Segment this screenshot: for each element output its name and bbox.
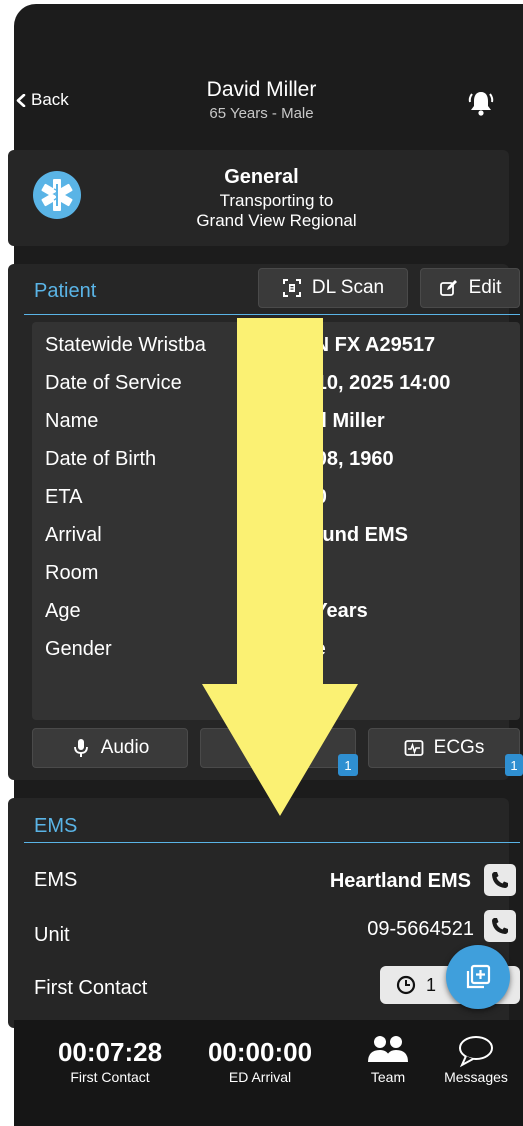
phone-icon	[492, 872, 508, 888]
audio-label: Audio	[100, 737, 150, 758]
first-contact-value: 1	[426, 974, 437, 995]
patient-field-label: Date of Service	[45, 372, 182, 394]
patient-field-label: ETA	[45, 486, 83, 508]
audio-button[interactable]: Audio	[32, 728, 188, 768]
patient-field-label: Gender	[45, 638, 112, 660]
general-destination-line1: Transporting to	[219, 191, 334, 210]
ecgs-label: ECGs	[433, 737, 485, 758]
patient-field-label: Room	[45, 562, 99, 584]
messages-tab-label[interactable]: Messages	[396, 1069, 523, 1085]
edit-button[interactable]: Edit	[420, 268, 520, 308]
first-contact-timer: 00:07:28	[57, 1037, 163, 1067]
messages-icon[interactable]	[456, 1034, 496, 1068]
clock-icon	[396, 975, 416, 995]
unit-value: 09-5664521	[367, 918, 474, 940]
first-contact-label: First Contact	[34, 977, 148, 999]
ems-section-label: EMS	[34, 815, 78, 837]
edit-label: Edit	[468, 277, 502, 298]
ems-agency-value: Heartland EMS	[329, 870, 471, 892]
call-unit-button[interactable]	[484, 910, 516, 942]
patient-section-divider	[24, 314, 520, 315]
ed-arrival-timer: 00:00:00	[207, 1037, 313, 1067]
call-ems-button[interactable]	[484, 864, 516, 896]
add-record-icon	[466, 964, 491, 989]
down-arrow-overlay	[202, 318, 358, 816]
ecg-icon	[404, 740, 424, 756]
phone-icon	[492, 918, 508, 934]
bell-icon[interactable]	[466, 88, 496, 118]
id-scan-icon	[282, 279, 301, 297]
patient-field-label: Age	[45, 600, 81, 622]
ems-section-divider	[24, 842, 520, 843]
ems-agency-label: EMS	[34, 869, 78, 891]
patient-field-label: Date of Birth	[45, 448, 157, 470]
patient-field-label: Name	[45, 410, 99, 432]
patient-name-title: David Miller	[206, 78, 317, 101]
first-contact-timer-label: First Contact	[70, 1069, 150, 1085]
dl-scan-label: DL Scan	[311, 277, 385, 298]
team-icon[interactable]	[366, 1034, 410, 1064]
patient-field-label: Statewide Wristba	[45, 334, 206, 356]
ecgs-button[interactable]: ECGs	[368, 728, 520, 768]
dl-scan-button[interactable]: DL Scan	[258, 268, 408, 308]
ecgs-count-badge: 1	[505, 754, 523, 776]
edit-icon	[439, 280, 457, 296]
add-record-fab[interactable]	[446, 945, 510, 1009]
general-title: General	[224, 166, 299, 188]
microphone-icon	[73, 739, 88, 757]
general-destination-line2: Grand View Regional	[196, 211, 357, 230]
unit-label: Unit	[34, 924, 70, 946]
patient-section-label: Patient	[34, 280, 97, 302]
patient-field-label: Arrival	[45, 524, 102, 546]
patient-subtitle: 65 Years - Male	[209, 105, 314, 122]
